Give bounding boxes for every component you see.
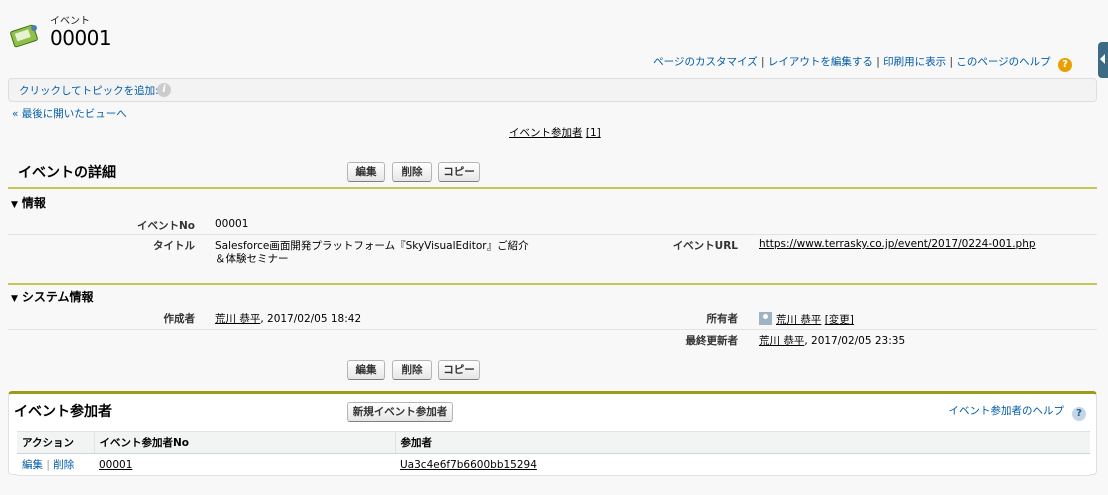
owner-value: 荒川 恭平 [変更]: [759, 312, 854, 327]
created-by-user-link[interactable]: 荒川 恭平: [215, 313, 260, 325]
link-separator: |: [949, 56, 954, 68]
detail-title: イベントの詳細: [18, 165, 116, 181]
page-action-links: ページのカスタマイズ | レイアウトを編集する | 印刷用に表示 | このページ…: [653, 54, 1072, 72]
owner-label: 所有者: [706, 313, 739, 325]
help-icon[interactable]: ?: [1058, 58, 1072, 72]
new-participant-button[interactable]: 新規イベント参加者: [347, 402, 453, 422]
title-label: タイトル: [153, 240, 195, 252]
related-list-help: イベント参加者のヘルプ?: [949, 403, 1086, 421]
related-list-help-link[interactable]: イベント参加者のヘルプ: [949, 405, 1065, 417]
page-help-link[interactable]: このページのヘルプ: [956, 56, 1050, 68]
created-by-label: 作成者: [163, 313, 196, 325]
user-avatar-icon: [759, 312, 772, 325]
copy-button[interactable]: コピー: [438, 162, 480, 182]
info-section-heading-text: 情報: [21, 196, 46, 210]
modified-by-value: 荒川 恭平, 2017/02/05 23:35: [759, 333, 905, 348]
info-icon[interactable]: i: [157, 83, 171, 97]
event-no-label: イベントNo: [136, 220, 195, 232]
participant-no-cell: 00001: [94, 453, 395, 476]
column-header-participant-no[interactable]: イベント参加者No: [93, 431, 395, 454]
delete-button-bottom[interactable]: 削除: [392, 360, 432, 380]
event-icon: [10, 24, 38, 48]
back-to-list-link-container: « 最後に開いたビューへ: [12, 106, 127, 121]
detail-block: イベントの詳細 編集 削除 コピー ▼ 情報 イベントNo 00001 タイトル …: [8, 152, 1097, 382]
info-section-heading[interactable]: ▼ 情報: [11, 194, 46, 211]
related-list-title: イベント参加者: [14, 404, 112, 420]
created-by-value: 荒川 恭平, 2017/02/05 18:42: [215, 311, 361, 326]
column-header-action: アクション: [17, 431, 94, 454]
customize-page-link[interactable]: ページのカスタマイズ: [653, 56, 757, 68]
row-divider: [8, 329, 1097, 330]
created-by-date: , 2017/02/05 18:42: [260, 313, 362, 325]
participants-table: アクション イベント参加者No 参加者 編集 | 削除 00001 Ua3c4e…: [17, 431, 1090, 476]
row-divider: [8, 234, 1097, 235]
participant-cell: Ua3c4e6f7b6600bb15294: [395, 453, 1090, 476]
delete-button[interactable]: 削除: [392, 162, 432, 182]
related-list-count[interactable]: [1]: [586, 127, 601, 139]
link-separator: |: [46, 459, 50, 471]
owner-user-link[interactable]: 荒川 恭平: [776, 314, 821, 326]
event-url-link[interactable]: https://www.terrasky.co.jp/event/2017/02…: [759, 238, 1036, 250]
row-edit-link[interactable]: 編集: [22, 459, 43, 471]
column-header-participant[interactable]: 参加者: [394, 431, 1090, 454]
related-list-jump-link[interactable]: イベント参加者: [509, 127, 583, 139]
link-separator: |: [761, 56, 765, 68]
collapse-triangle-icon[interactable]: ▼: [11, 294, 18, 304]
section-divider: [8, 187, 1097, 189]
related-list-participants: イベント参加者 新規イベント参加者 イベント参加者のヘルプ? アクション イベン…: [8, 391, 1097, 476]
system-section-heading-text: システム情報: [21, 290, 94, 304]
object-type-label: イベント: [50, 16, 90, 27]
edit-button-bottom[interactable]: 編集: [347, 360, 385, 380]
add-topic-link[interactable]: クリックしてトピックを追加:: [19, 83, 159, 98]
edit-layout-link[interactable]: レイアウトを編集する: [768, 56, 873, 68]
title-value-line2: ＆体験セミナー: [215, 253, 289, 265]
action-cell: 編集 | 削除: [17, 453, 94, 476]
back-to-list-link[interactable]: « 最後に開いたビューへ: [12, 108, 127, 120]
event-url-label: イベントURL: [672, 240, 738, 252]
section-divider: [8, 283, 1097, 285]
related-list-jump: イベント参加者 [1]: [509, 125, 601, 140]
sidebar-toggle-tab[interactable]: [1098, 42, 1108, 78]
participant-no-link[interactable]: 00001: [99, 459, 132, 471]
table-row: 編集 | 削除 00001 Ua3c4e6f7b6600bb15294: [17, 453, 1090, 476]
row-delete-link[interactable]: 削除: [53, 459, 74, 471]
copy-button-bottom[interactable]: コピー: [438, 360, 480, 380]
system-section-heading[interactable]: ▼ システム情報: [11, 288, 94, 305]
link-separator: |: [876, 56, 880, 68]
printable-view-link[interactable]: 印刷用に表示: [883, 56, 946, 68]
modified-by-date: , 2017/02/05 23:35: [804, 335, 906, 347]
modified-by-label: 最終更新者: [685, 335, 739, 347]
collapse-triangle-icon[interactable]: ▼: [11, 200, 18, 210]
modified-by-user-link[interactable]: 荒川 恭平: [759, 335, 804, 347]
help-icon[interactable]: ?: [1072, 407, 1086, 421]
page-title: 00001: [50, 26, 112, 50]
table-header-row: アクション イベント参加者No 参加者: [17, 431, 1090, 454]
event-no-value: 00001: [215, 218, 249, 230]
topic-bar: クリックしてトピックを追加: i: [8, 78, 1097, 102]
change-owner-link[interactable]: [変更]: [825, 314, 854, 326]
participant-link[interactable]: Ua3c4e6f7b6600bb15294: [400, 459, 537, 471]
edit-button[interactable]: 編集: [347, 162, 385, 182]
